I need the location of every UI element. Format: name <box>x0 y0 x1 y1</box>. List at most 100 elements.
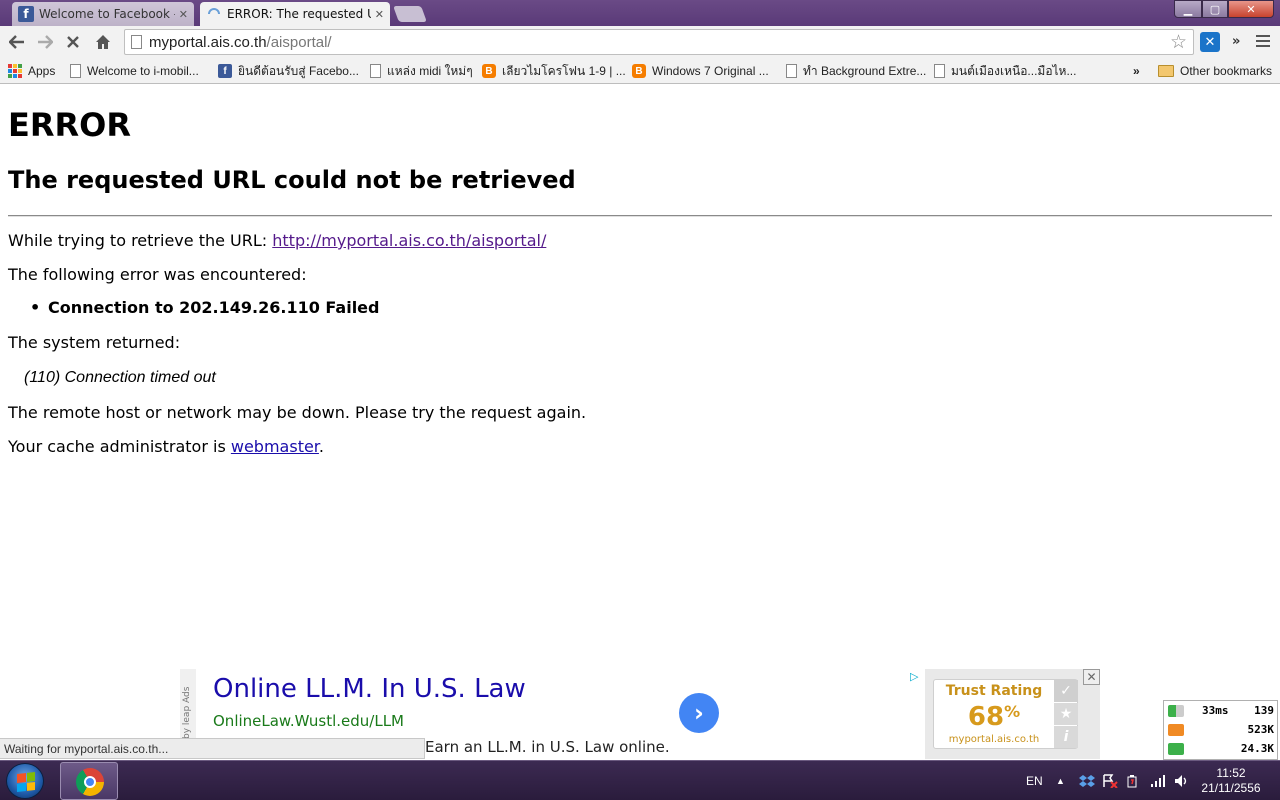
address-bar[interactable]: myportal.ais.co.th/aisportal/ ☆ <box>124 29 1194 55</box>
action-center-icon[interactable] <box>1102 761 1118 800</box>
network-meter-widget[interactable]: 33ms 139 523K 24.3K <box>1163 700 1278 760</box>
power-icon[interactable] <box>1125 761 1139 800</box>
show-hidden-icons[interactable]: ▲ <box>1056 761 1065 800</box>
bookmarks-overflow-button[interactable]: » <box>1133 62 1140 80</box>
forward-arrow-icon <box>38 35 53 49</box>
network-icon[interactable] <box>1150 761 1166 800</box>
other-bookmarks[interactable]: Other bookmarks <box>1158 62 1272 80</box>
bookmark-item[interactable]: แหล่ง midi ใหม่ๆ <box>370 62 473 80</box>
bookmark-item[interactable]: f ยินดีต้อนรับสู่ Facebo... <box>218 62 359 80</box>
trust-domain: myportal.ais.co.th <box>948 734 1040 745</box>
star-icon[interactable]: ★ <box>1054 703 1078 725</box>
tab-title: ERROR: The requested URL <box>227 7 371 21</box>
stop-x-icon <box>67 36 79 48</box>
info-icon[interactable]: i <box>1054 726 1078 748</box>
adchoices-icon[interactable]: ▷ <box>910 670 918 683</box>
ad-close-icon[interactable]: ✕ <box>1083 669 1100 685</box>
bookmark-item[interactable]: B Windows 7 Original ... <box>632 62 769 80</box>
clock-time: 11:52 <box>1216 766 1246 780</box>
ad-url[interactable]: OnlineLaw.Wustl.edu/LLM <box>213 712 404 730</box>
bookmark-item[interactable]: ทำ Background Extre... <box>786 62 926 80</box>
admin-line: Your cache administrator is webmaster. <box>8 437 325 456</box>
download-value: 523K <box>1247 723 1275 736</box>
system-message: (110) Connection timed out <box>24 369 216 386</box>
remote-host-message: The remote host or network may be down. … <box>8 403 587 422</box>
page-icon <box>786 64 797 78</box>
bookmark-item[interactable]: B เลียวไมโครโฟน 1-9 | ... <box>482 62 626 80</box>
ad-description: Earn an LL.M. in U.S. Law online. <box>425 738 670 756</box>
bookmark-apps[interactable]: Apps <box>8 62 55 80</box>
page-icon <box>370 64 381 78</box>
check-icon[interactable]: ✓ <box>1054 680 1078 702</box>
page-icon <box>70 64 81 78</box>
facebook-icon: f <box>18 6 34 22</box>
dropbox-icon[interactable] <box>1079 761 1095 800</box>
ping-icon <box>1168 705 1184 717</box>
tab-strip: f Welcome to Facebook - Lo ✕ ERROR: The … <box>0 0 1280 26</box>
trust-card: Trust Rating 68% myportal.ais.co.th ✓ ★ … <box>933 679 1078 749</box>
ad-arrow-icon[interactable]: › <box>679 693 719 733</box>
page-subtitle: The requested URL could not be retrieved <box>8 166 576 194</box>
back-button[interactable] <box>6 31 28 53</box>
retrieve-line: While trying to retrieve the URL: http:/… <box>8 231 547 250</box>
bookmark-star-icon[interactable]: ☆ <box>1170 31 1187 53</box>
new-tab-button[interactable] <box>393 6 427 22</box>
status-bubble: Waiting for myportal.ais.co.th... <box>0 738 425 759</box>
error-list: Connection to 202.149.26.110 Failed <box>8 298 379 317</box>
loading-spinner-icon <box>206 6 222 22</box>
language-indicator[interactable]: EN <box>1026 761 1043 800</box>
url-text[interactable]: myportal.ais.co.th/aisportal/ <box>149 34 332 51</box>
minimize-button[interactable]: ▁ <box>1174 0 1202 18</box>
ping-value: 33ms <box>1202 704 1229 717</box>
page-icon <box>934 64 945 78</box>
tab-error[interactable]: ERROR: The requested URL ✕ <box>200 2 390 26</box>
close-icon[interactable]: ✕ <box>375 8 384 21</box>
facebook-icon: f <box>218 64 232 78</box>
ad-title[interactable]: Online LL.M. In U.S. Law <box>213 674 526 704</box>
trust-value: 68% <box>967 702 1021 732</box>
upload-icon <box>1168 743 1184 755</box>
blogger-icon: B <box>482 64 496 78</box>
divider <box>8 215 1272 217</box>
error-item: Connection to 202.149.26.110 Failed <box>8 298 379 317</box>
page-icon <box>131 35 142 49</box>
taskbar-chrome-button[interactable] <box>60 762 118 800</box>
taskbar: EN ▲ 11:52 21/11/2556 <box>0 760 1280 800</box>
extension-icon[interactable]: ✕ <box>1200 32 1220 52</box>
forward-button[interactable] <box>34 31 56 53</box>
home-icon <box>96 35 110 49</box>
chrome-icon <box>76 768 104 796</box>
webmaster-link[interactable]: webmaster <box>231 437 319 456</box>
close-window-button[interactable]: ✕ <box>1228 0 1274 18</box>
tab-facebook[interactable]: f Welcome to Facebook - Lo ✕ <box>12 2 194 26</box>
apps-grid-icon <box>8 64 22 78</box>
error-intro: The following error was encountered: <box>8 265 307 284</box>
clock[interactable]: 11:52 21/11/2556 <box>1196 766 1266 796</box>
close-icon[interactable]: ✕ <box>179 8 188 21</box>
bookmark-item[interactable]: Welcome to i-mobil... <box>70 62 199 80</box>
maximize-button[interactable]: ▢ <box>1202 0 1228 18</box>
folder-icon <box>1158 65 1174 77</box>
trust-title: Trust Rating <box>945 683 1043 699</box>
home-button[interactable] <box>92 31 114 53</box>
bookmark-item[interactable]: มนต์เมืองเหนือ...มือไห... <box>934 62 1076 80</box>
trust-rating-panel: Trust Rating 68% myportal.ais.co.th ✓ ★ … <box>925 669 1100 759</box>
blogger-icon: B <box>632 64 646 78</box>
retrieve-url-link[interactable]: http://myportal.ais.co.th/aisportal/ <box>272 231 546 250</box>
download-icon <box>1168 724 1184 736</box>
page-title: ERROR <box>8 106 131 144</box>
system-returned-label: The system returned: <box>8 333 181 352</box>
windows-logo-icon <box>17 772 35 792</box>
page-content: ERROR The requested URL could not be ret… <box>8 84 1272 664</box>
bookmarks-bar: Apps Welcome to i-mobil... f ยินดีต้อนรั… <box>0 58 1280 84</box>
extensions-overflow-icon[interactable]: » <box>1232 34 1240 49</box>
start-button[interactable] <box>6 763 44 799</box>
clock-date: 21/11/2556 <box>1201 781 1261 795</box>
chrome-menu-icon[interactable] <box>1256 35 1270 47</box>
upload-value: 24.3K <box>1240 742 1274 755</box>
connection-count: 139 <box>1254 704 1274 717</box>
volume-icon[interactable] <box>1174 761 1190 800</box>
back-arrow-icon <box>9 35 24 49</box>
stop-button[interactable] <box>62 31 84 53</box>
toolbar: myportal.ais.co.th/aisportal/ ☆ ✕ » <box>0 26 1280 58</box>
